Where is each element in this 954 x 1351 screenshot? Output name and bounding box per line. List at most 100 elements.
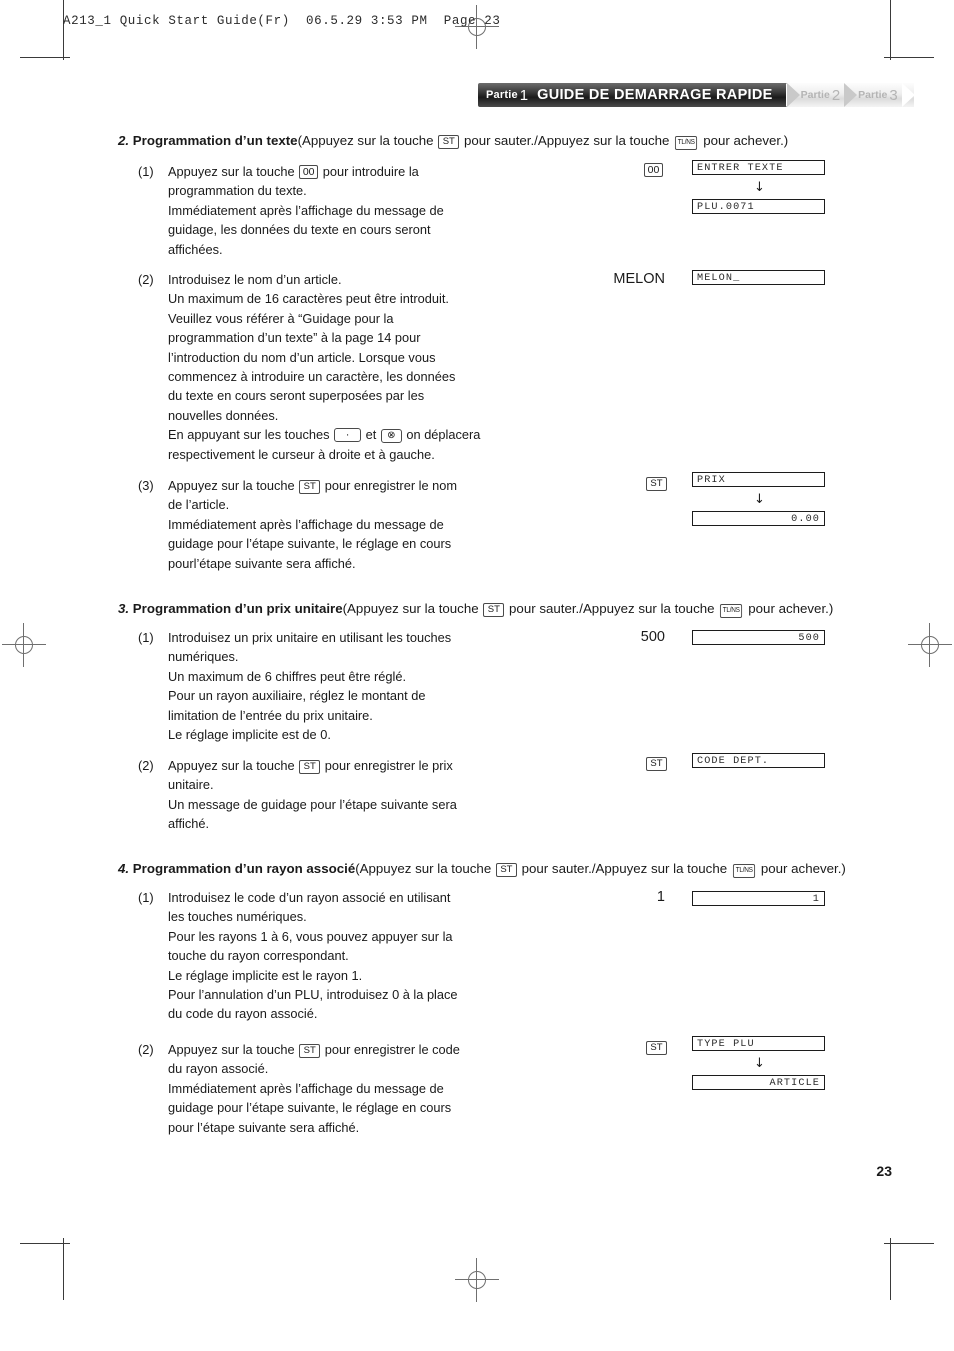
step-4-1-line-5: Le réglage implicite est le rayon 1. [168, 967, 363, 983]
step-2-2-line-1: Introduisez le nom d’un article. [168, 272, 342, 287]
entry-st-key-icon-3: ST [646, 1041, 667, 1055]
section-3-paren-mid: pour sauter./Appuyez sur la touche [505, 601, 719, 616]
step-2-2-line-5: l’introduction du nom d’un article. Lors… [168, 349, 436, 365]
flow-arrow-icon-3: ↓ [754, 1056, 765, 1071]
step-3-2-line-1: Appuyez sur la touche ST pour enregistre… [168, 756, 548, 775]
step-4-2-line-1: Appuyez sur la touche ST pour enregistre… [168, 1040, 548, 1059]
section-4-number: 4. [118, 861, 130, 876]
step-2-3-label: (3) [138, 478, 154, 493]
section-4-paren-mid: pour sauter./Appuyez sur la touche [517, 861, 731, 876]
display-dept-code-1: 1 [692, 891, 825, 906]
display-plu-0071: PLU.0071 [692, 199, 825, 214]
step-3-2-line-3: Un message de guidage pour l’étape suiva… [168, 796, 457, 812]
step-2-3-line-5: pourl’étape suivante sera affiché. [168, 555, 356, 571]
section-3-paren-prefix: (Appuyez sur la touche [342, 601, 483, 616]
step-3-1-label: (1) [138, 630, 154, 645]
section-4-title: Programmation d’un rayon associé [132, 861, 356, 876]
section-heading-4: 4. Programmation d’un rayon associé(Appu… [118, 860, 846, 878]
crop-mark-bottom-right-horizontal [884, 1243, 934, 1244]
registration-mark-right [908, 623, 952, 667]
dot-key-icon: · [334, 428, 362, 443]
step-2-3-text-a: Appuyez sur la touche [168, 478, 299, 493]
step-4-2-entry-key: ST [645, 1038, 668, 1056]
entry-zero-zero-key-icon: 00 [644, 163, 663, 177]
step-2-3-body: Appuyez sur la touche ST pour enregistre… [168, 476, 548, 573]
banner-tab-3-word: Partie [858, 89, 888, 101]
step-2-3-line-4: guidage pour l’étape suivante, le réglag… [168, 536, 452, 552]
st-key-icon-5: ST [495, 863, 517, 877]
crop-mark-top-right-vertical [890, 0, 891, 60]
banner-tab-partie-3[interactable]: Partie 3 [844, 83, 915, 107]
step-2-2-line-4: programmation d’un texte” à la page 14 p… [168, 330, 421, 346]
step-4-1-line-1: Introduisez le code d’un rayon associé e… [168, 890, 451, 905]
display-melon: MELON_ [692, 270, 825, 285]
display-entrer-texte: ENTRER TEXTE [692, 160, 825, 175]
step-3-2-body: Appuyez sur la touche ST pour enregistre… [168, 756, 548, 834]
st-key-icon-2: ST [299, 480, 321, 494]
banner-tab-2-number: 2 [831, 86, 841, 104]
crop-mark-bottom-left-vertical [63, 1238, 64, 1300]
flow-arrow-icon-2: ↓ [754, 492, 765, 507]
banner-partie-number: 1 [519, 86, 529, 104]
entry-st-key-icon-1: ST [646, 477, 667, 491]
registration-mark-left [2, 623, 46, 667]
step-3-2-label: (2) [138, 758, 154, 773]
step-3-2-text-b: pour enregistrer le prix [321, 758, 453, 773]
banner-title: GUIDE DE DEMARRAGE RAPIDE [537, 87, 773, 103]
step-2-1-line-3: Immédiatement après l’affichage du messa… [168, 202, 444, 218]
step-4-1-label: (1) [138, 890, 154, 905]
step-2-1-line-4: guidage, les données du texte en cours s… [168, 222, 431, 238]
st-key-icon-4: ST [299, 760, 321, 774]
section-2-paren-prefix: (Appuyez sur la touche [297, 133, 438, 148]
step-2-3-line-3: Immédiatement après l’affichage du messa… [168, 516, 444, 532]
step-2-2-line-3: Veuillez vous référer à “Guidage pour la [168, 310, 394, 326]
step-2-1-line-2: programmation du texte. [168, 183, 307, 199]
crop-mark-top-right-horizontal [884, 57, 934, 58]
tlns-key-icon-3: TL/NS [732, 864, 756, 878]
step-2-1-label: (1) [138, 164, 154, 179]
part-banner: Partie 1 GUIDE DE DEMARRAGE RAPIDE Parti… [478, 83, 915, 107]
step-4-1-line-7: du code du rayon associé. [168, 1006, 318, 1022]
crop-mark-bottom-right-vertical [890, 1238, 891, 1300]
step-3-1-line-3: Un maximum de 6 chiffres peut être réglé… [168, 668, 407, 684]
section-2-paren-suffix: pour achever.) [699, 133, 789, 148]
step-3-1-line-1: Introduisez un prix unitaire en utilisan… [168, 630, 452, 645]
zero-zero-key-icon: 00 [299, 165, 319, 179]
section-3-number: 3. [118, 601, 130, 616]
step-2-2-line-9: En appuyant sur les touches · et ⊗ on dé… [168, 425, 548, 444]
section-4-paren-suffix: pour achever.) [757, 861, 846, 876]
crop-mark-top-left-vertical [63, 0, 64, 60]
step-3-1-entry-value: 500 [640, 629, 665, 645]
banner-tab-partie-1[interactable]: Partie 1 GUIDE DE DEMARRAGE RAPIDE [478, 83, 800, 107]
step-3-2-text-a: Appuyez sur la touche [168, 758, 299, 773]
banner-partie-word: Partie [486, 89, 518, 101]
film-header-text: A213_1 Quick Start Guide(Fr) 06.5.29 3:5… [63, 14, 501, 28]
section-heading-3: 3. Programmation d’un prix unitaire(Appu… [118, 600, 833, 618]
step-4-2-line-3: Immédiatement après l’affichage du messa… [168, 1080, 444, 1096]
step-2-2-line-2: Un maximum de 16 caractères peut être in… [168, 291, 449, 307]
display-code-dept: CODE DEPT. [692, 753, 825, 768]
step-2-2-line-8: nouvelles données. [168, 407, 279, 423]
step-3-1-line-2: numériques. [168, 649, 239, 665]
step-2-2-label: (2) [138, 272, 154, 287]
step-2-1-body: Appuyez sur la touche 00 pour introduire… [168, 162, 528, 259]
section-heading-2: 2. Programmation d’un texte(Appuyez sur … [118, 132, 788, 150]
page-number: 23 [876, 1163, 892, 1179]
multiply-key-icon: ⊗ [380, 429, 402, 444]
step-2-2-line-6: commencez à introduire un caractère, les… [168, 369, 456, 385]
step-4-1-line-4: touche du rayon correspondant. [168, 948, 349, 964]
step-4-1-line-2: les touches numériques. [168, 909, 307, 925]
step-2-2-keyline-prefix: En appuyant sur les touches [168, 427, 334, 443]
registration-mark-bottom [455, 1258, 499, 1302]
flow-arrow-icon-1: ↓ [754, 180, 765, 195]
section-2-title: Programmation d’un texte [132, 133, 298, 148]
tlns-key-icon-2: TL/NS [720, 604, 743, 618]
crop-mark-top-left-horizontal [20, 57, 70, 58]
step-2-2-body: Introduisez le nom d’un article. Un maxi… [168, 270, 548, 464]
step-2-1-entry-key: 00 [643, 161, 664, 179]
st-key-icon: ST [438, 135, 460, 149]
section-2-number: 2. [118, 133, 130, 148]
step-3-2-entry-key: ST [645, 754, 668, 772]
step-4-2-line-2: du rayon associé. [168, 1061, 269, 1077]
step-4-2-text-b: pour enregistrer le code [321, 1042, 460, 1057]
